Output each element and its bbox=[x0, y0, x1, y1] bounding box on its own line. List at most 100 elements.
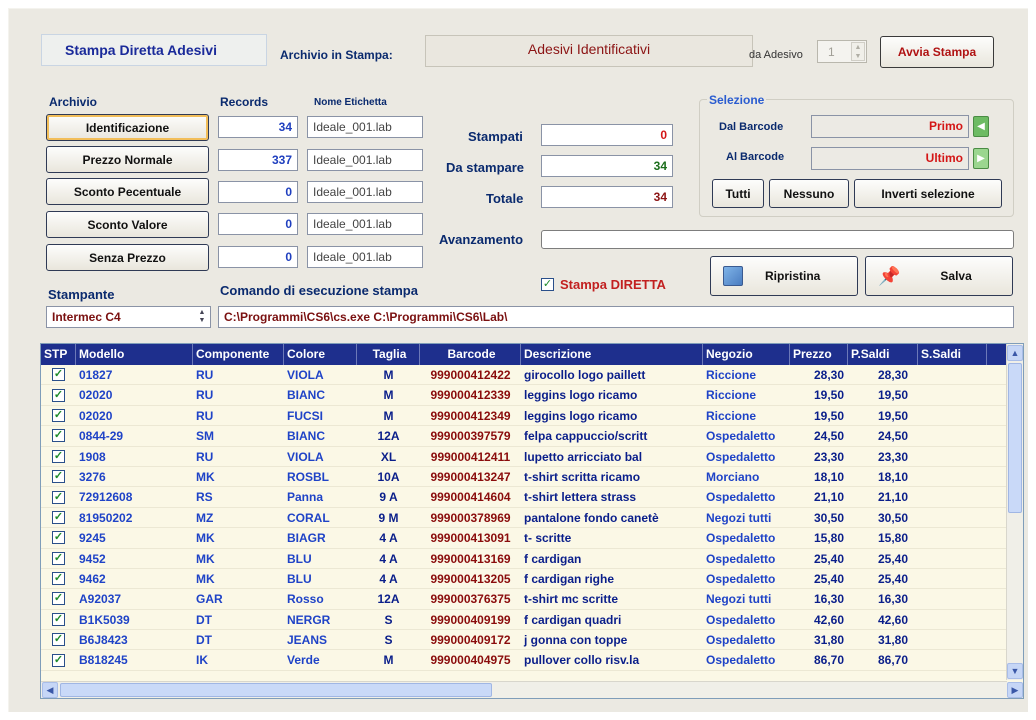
table-row[interactable]: ✓ 72912608 RS Panna 9 A 999000414604 t-shirt l… bbox=[41, 487, 1007, 508]
tutti-button[interactable]: Tutti bbox=[712, 179, 764, 208]
etichetta-prezzo-normale[interactable]: Ideale_001.lab bbox=[307, 149, 423, 171]
row-checkbox[interactable]: ✓ bbox=[41, 447, 76, 466]
nome-etichetta-label: Nome Etichetta bbox=[314, 97, 387, 108]
ripristina-button[interactable]: Ripristina bbox=[710, 256, 858, 296]
next-barcode-button[interactable]: ▶ bbox=[973, 148, 989, 169]
row-checkbox[interactable]: ✓ bbox=[41, 589, 76, 608]
col-descrizione[interactable]: Descrizione bbox=[521, 344, 703, 365]
table-cell: t-shirt scritta ricamo bbox=[524, 469, 641, 484]
stampa-diretta-checkbox[interactable]: ✓ Stampa DIRETTA bbox=[541, 277, 666, 292]
da-adesivo-label: da Adesivo bbox=[749, 49, 803, 61]
table-row[interactable]: ✓ 0844-29 SM BIANC 12A 999000397579 felpa capp… bbox=[41, 426, 1007, 447]
row-checkbox[interactable]: ✓ bbox=[41, 467, 76, 486]
row-checkbox[interactable]: ✓ bbox=[41, 426, 76, 445]
scroll-right-icon[interactable]: ▶ bbox=[1007, 682, 1023, 698]
table-cell: 999000413205 bbox=[430, 571, 511, 586]
table-cell: 10A bbox=[377, 469, 400, 484]
table-cell: 9452 bbox=[79, 551, 106, 566]
etichetta-identificazione[interactable]: Ideale_001.lab bbox=[307, 116, 423, 138]
spin-arrows-icon[interactable]: ▲ ▼ bbox=[851, 42, 865, 61]
archivio-sconto-percentuale-button[interactable]: Sconto Pecentuale bbox=[46, 178, 209, 205]
table-row[interactable]: ✓ 01827 RU VIOLA M 999000412422 girocollo logo… bbox=[41, 365, 1007, 386]
da-adesivo-spinner[interactable]: 1 ▲ ▼ bbox=[817, 40, 867, 63]
table-cell: Negozi tutti bbox=[706, 592, 772, 607]
table-row[interactable]: ✓ 1908 RU VIOLA XL 999000412411 lupetto arricc… bbox=[41, 447, 1007, 467]
row-checkbox[interactable]: ✓ bbox=[41, 487, 76, 506]
table-cell bbox=[918, 528, 987, 547]
scroll-down-icon[interactable]: ▼ bbox=[1007, 663, 1023, 679]
archivio-sconto-valore-button[interactable]: Sconto Valore bbox=[46, 211, 209, 238]
nessuno-button[interactable]: Nessuno bbox=[769, 179, 849, 208]
checkmark-icon: ✓ bbox=[52, 612, 65, 626]
stampante-select[interactable]: Intermec C4 ▲ ▼ bbox=[46, 306, 211, 328]
table-cell: Ospedaletto bbox=[706, 429, 776, 444]
horizontal-scrollbar[interactable]: ◀ ▶ bbox=[41, 681, 1023, 698]
inverti-selezione-button[interactable]: Inverti selezione bbox=[854, 179, 1002, 208]
scroll-up-icon[interactable]: ▲ bbox=[1007, 345, 1023, 361]
etichetta-sconto-percentuale[interactable]: Ideale_001.lab bbox=[307, 181, 423, 203]
col-modello[interactable]: Modello bbox=[76, 344, 193, 365]
salva-button[interactable]: 📌 Salva bbox=[865, 256, 1013, 296]
row-checkbox[interactable]: ✓ bbox=[41, 508, 76, 527]
totale-label: Totale bbox=[486, 191, 524, 206]
table-cell: B818245 bbox=[79, 653, 128, 668]
avvia-stampa-button[interactable]: Avvia Stampa bbox=[880, 36, 994, 68]
table-row[interactable]: ✓ 9462 MK BLU 4 A 999000413205 f cardigan righ… bbox=[41, 569, 1007, 590]
row-checkbox[interactable]: ✓ bbox=[41, 406, 76, 425]
vertical-scrollbar[interactable]: ▲ ▼ bbox=[1006, 344, 1023, 680]
horizontal-scroll-thumb[interactable] bbox=[60, 683, 492, 697]
table-row[interactable]: ✓ 02020 RU BIANC M 999000412339 leggins logo r… bbox=[41, 385, 1007, 406]
table-cell: Negozi tutti bbox=[706, 510, 772, 525]
row-checkbox[interactable]: ✓ bbox=[41, 650, 76, 669]
table-row[interactable]: ✓ A92037 GAR Rosso 12A 999000376375 t-shirt mc… bbox=[41, 589, 1007, 610]
select-arrows-icon: ▲ ▼ bbox=[198, 309, 206, 324]
table-cell bbox=[918, 365, 987, 384]
table-row[interactable]: ✓ B818245 IK Verde M 999000404975 pullover col… bbox=[41, 650, 1007, 671]
row-checkbox[interactable]: ✓ bbox=[41, 610, 76, 629]
al-barcode-label: Al Barcode bbox=[726, 151, 785, 163]
table-cell: 999000412422 bbox=[430, 368, 511, 382]
col-prezzo[interactable]: Prezzo bbox=[790, 344, 848, 365]
row-checkbox[interactable]: ✓ bbox=[41, 549, 76, 568]
table-cell: 999000412339 bbox=[430, 388, 511, 403]
col-componente[interactable]: Componente bbox=[193, 344, 284, 365]
table-row[interactable]: ✓ 81950202 MZ CORAL 9 M 999000378969 pantalone… bbox=[41, 508, 1007, 529]
table-cell: RU bbox=[196, 368, 214, 382]
col-p-saldi[interactable]: P.Saldi bbox=[848, 344, 918, 365]
row-checkbox[interactable]: ✓ bbox=[41, 365, 76, 384]
dal-barcode-label: Dal Barcode bbox=[719, 121, 784, 133]
scroll-left-icon[interactable]: ◀ bbox=[42, 682, 58, 698]
table-row[interactable]: ✓ B1K5039 DT NERGR S 999000409199 f cardigan q… bbox=[41, 610, 1007, 631]
col-s-saldi[interactable]: S.Saldi bbox=[918, 344, 987, 365]
salva-label: Salva bbox=[940, 269, 972, 283]
etichetta-sconto-valore[interactable]: Ideale_001.lab bbox=[307, 213, 423, 235]
row-checkbox[interactable]: ✓ bbox=[41, 569, 76, 588]
comando-input[interactable]: C:\Programmi\CS6\cs.exe C:\Programmi\CS6… bbox=[218, 306, 1014, 328]
col-stp[interactable]: STP bbox=[41, 344, 76, 365]
table-row[interactable]: ✓ 9245 MK BIAGR 4 A 999000413091 t- scritte Osp… bbox=[41, 528, 1007, 549]
table-cell: 9462 bbox=[79, 571, 106, 586]
row-checkbox[interactable]: ✓ bbox=[41, 385, 76, 404]
archivio-prezzo-normale-button[interactable]: Prezzo Normale bbox=[46, 146, 209, 173]
col-negozio[interactable]: Negozio bbox=[703, 344, 790, 365]
col-colore[interactable]: Colore bbox=[284, 344, 357, 365]
table-row[interactable]: ✓ 3276 MK ROSBL 10A 999000413247 t-shirt scrit… bbox=[41, 467, 1007, 488]
table-cell bbox=[918, 549, 987, 568]
row-checkbox[interactable]: ✓ bbox=[41, 528, 76, 547]
col-taglia[interactable]: Taglia bbox=[357, 344, 420, 365]
archivio-identificazione-button[interactable]: Identificazione bbox=[46, 114, 209, 141]
table-row[interactable]: ✓ 02020 RU FUCSI M 999000412349 leggins logo r… bbox=[41, 406, 1007, 427]
table-cell: 1908 bbox=[79, 449, 106, 464]
etichetta-senza-prezzo[interactable]: Ideale_001.lab bbox=[307, 246, 423, 268]
archivio-senza-prezzo-button[interactable]: Senza Prezzo bbox=[46, 244, 209, 271]
col-barcode[interactable]: Barcode bbox=[420, 344, 521, 365]
row-checkbox[interactable]: ✓ bbox=[41, 630, 76, 649]
table-cell: 02020 bbox=[79, 408, 113, 423]
selezione-label: Selezione bbox=[707, 93, 767, 107]
table-cell: 19,50 bbox=[813, 408, 844, 423]
vertical-scroll-thumb[interactable] bbox=[1008, 363, 1022, 513]
table-row[interactable]: ✓ B6J8423 DT JEANS S 999000409172 j gonna con … bbox=[41, 630, 1007, 651]
prev-barcode-button[interactable]: ◀ bbox=[973, 116, 989, 137]
table-cell: FUCSI bbox=[287, 408, 323, 423]
table-row[interactable]: ✓ 9452 MK BLU 4 A 999000413169 f cardigan Osped… bbox=[41, 549, 1007, 569]
